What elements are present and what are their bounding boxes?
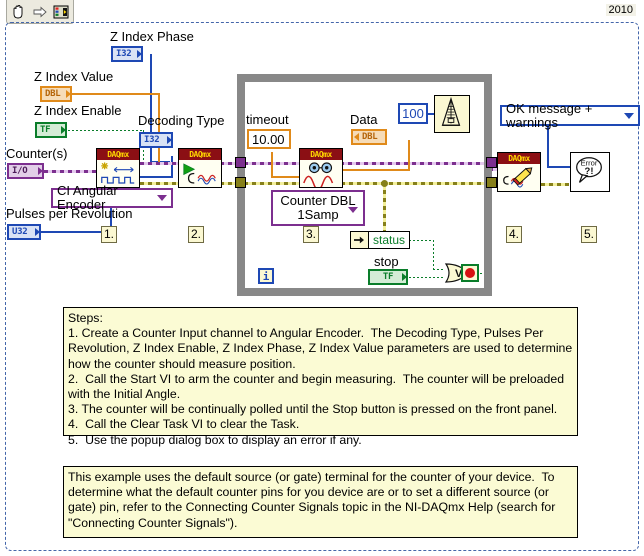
terminal-tip-icon — [402, 273, 407, 281]
daqmx-clear-task-glyph — [498, 164, 540, 192]
data-label: Data — [350, 112, 378, 127]
wire-z-index-value-h — [60, 93, 160, 95]
z-index-enable-terminal[interactable]: TF — [35, 122, 67, 138]
terminal-tip-icon — [38, 167, 43, 175]
daqmx-node-header: DAQmx — [97, 149, 139, 160]
loop-conditional-terminal[interactable] — [461, 264, 479, 282]
toolbar — [6, 0, 74, 24]
stop-terminal[interactable]: TF — [368, 269, 408, 285]
step-number-1: 1. — [101, 226, 118, 243]
stop-type: TF — [382, 271, 394, 282]
decoding-type-type: I32 — [144, 134, 160, 145]
pulses-per-revolution-type: U32 — [12, 226, 28, 237]
decoding-type-terminal[interactable]: I32 — [139, 132, 173, 148]
error-handler-type-value: OK message + warnings — [506, 100, 593, 130]
run-arrow-icon[interactable] — [31, 3, 49, 21]
counters-terminal[interactable]: I/O — [7, 163, 44, 179]
counters-type: I/O — [12, 165, 28, 176]
error-handler-type-ring[interactable]: OK message + warnings — [500, 100, 640, 130]
daqmx-node-header: DAQmx — [179, 149, 221, 160]
indicator-tip-icon — [354, 133, 359, 141]
wire-task-0 — [44, 170, 96, 173]
counters-label: Counter(s) — [6, 146, 68, 161]
z-index-phase-type: I32 — [116, 48, 132, 59]
z-index-enable-type: TF — [40, 124, 51, 135]
wait-ms-value: 100 — [402, 106, 424, 121]
step-number-3: 3. — [303, 226, 320, 243]
timeout-constant[interactable]: 10.00 — [247, 129, 291, 149]
daqmx-node-header: DAQmx — [300, 149, 342, 160]
unbundle-arrow-icon — [351, 232, 369, 248]
read-mode-line2: 1Samp — [297, 207, 339, 222]
chevron-down-icon[interactable] — [157, 195, 167, 201]
error-dialog-icon: Error ?! — [576, 157, 602, 183]
decoding-type-label: Decoding Type — [138, 113, 225, 128]
read-mode-line1: Counter DBL — [280, 193, 356, 209]
daqmx-read-node[interactable]: DAQmx — [299, 148, 343, 188]
daqmx-read-glyph — [300, 160, 342, 188]
wire-err-type-h — [547, 166, 571, 168]
simple-error-handler-node[interactable]: Error ?! — [570, 152, 610, 192]
metronome-icon — [441, 96, 461, 126]
z-index-value-type: DBL — [45, 88, 61, 99]
timeout-value: 10.00 — [252, 131, 285, 147]
terminal-tip-icon — [35, 228, 40, 236]
loop-tunnel-task-left[interactable] — [235, 157, 246, 168]
terminal-tip-icon — [66, 90, 71, 98]
connector-pane-icon[interactable] — [52, 3, 70, 21]
hand-tool-icon[interactable] — [10, 3, 28, 21]
terminal-tip-icon — [61, 126, 66, 134]
daqmx-node-header: DAQmx — [498, 153, 540, 164]
wire-decoding-type-v — [171, 156, 173, 177]
data-type: DBL — [362, 131, 378, 142]
step-number-4: 4. — [506, 226, 523, 243]
stop-sign-icon — [465, 268, 475, 278]
z-index-phase-label: Z Index Phase — [110, 29, 194, 44]
pulses-per-revolution-terminal[interactable]: U32 — [7, 224, 41, 240]
daqmx-create-virtual-channel-node[interactable]: DAQmx — [96, 148, 140, 188]
z-index-value-terminal[interactable]: DBL — [40, 86, 72, 102]
wait-ms-constant[interactable]: 100 — [398, 103, 428, 124]
steps-note-box: Steps: 1. Create a Counter Input channel… — [63, 307, 578, 447]
z-index-value-label: Z Index Value — [34, 69, 114, 84]
loop-tunnel-task-right[interactable] — [486, 157, 497, 168]
timeout-label: timeout — [246, 112, 289, 127]
wire-z-index-enable-h — [68, 130, 144, 131]
block-diagram-screen: 2010 i Z Index Phase I32 Z Index Value D… — [0, 0, 644, 556]
unbundle-by-name-node[interactable]: status — [350, 231, 410, 249]
create-channel-type-ring[interactable]: CI Angular Encoder — [51, 184, 173, 211]
loop-tunnel-error-right[interactable] — [486, 177, 497, 188]
wire-err-type-v — [547, 126, 549, 168]
step-number-2: 2. — [188, 226, 205, 243]
read-mode-ring[interactable]: Counter DBL 1Samp — [271, 190, 365, 226]
wire-decoding-type-h — [136, 176, 173, 178]
source-terminal-note-box: This example uses the default source (or… — [63, 466, 578, 538]
wait-until-next-ms-multiple-node[interactable] — [434, 95, 470, 133]
create-channel-type-value: CI Angular Encoder — [57, 183, 118, 212]
daqmx-start-task-glyph — [179, 160, 221, 188]
z-index-enable-label: Z Index Enable — [34, 103, 122, 118]
z-index-phase-terminal[interactable]: I32 — [111, 46, 143, 62]
loop-iteration-terminal[interactable]: i — [258, 268, 274, 284]
terminal-tip-icon — [137, 50, 142, 58]
labview-version-label: 2010 — [605, 4, 636, 16]
chevron-down-icon[interactable] — [624, 112, 634, 119]
loop-tunnel-error-left[interactable] — [235, 177, 246, 188]
terminal-tip-icon — [167, 136, 172, 144]
chevron-down-icon[interactable] — [348, 207, 358, 213]
stop-label: stop — [374, 254, 399, 269]
wire-z-index-value-v — [158, 93, 160, 165]
data-indicator-terminal[interactable]: DBL — [351, 129, 387, 145]
step-number-5: 5. — [581, 226, 598, 243]
daqmx-start-task-node[interactable]: DAQmx — [178, 148, 222, 188]
daqmx-clear-task-node[interactable]: DAQmx — [497, 152, 541, 192]
svg-text:?!: ?! — [585, 166, 594, 177]
unbundle-field-name: status — [368, 232, 409, 248]
